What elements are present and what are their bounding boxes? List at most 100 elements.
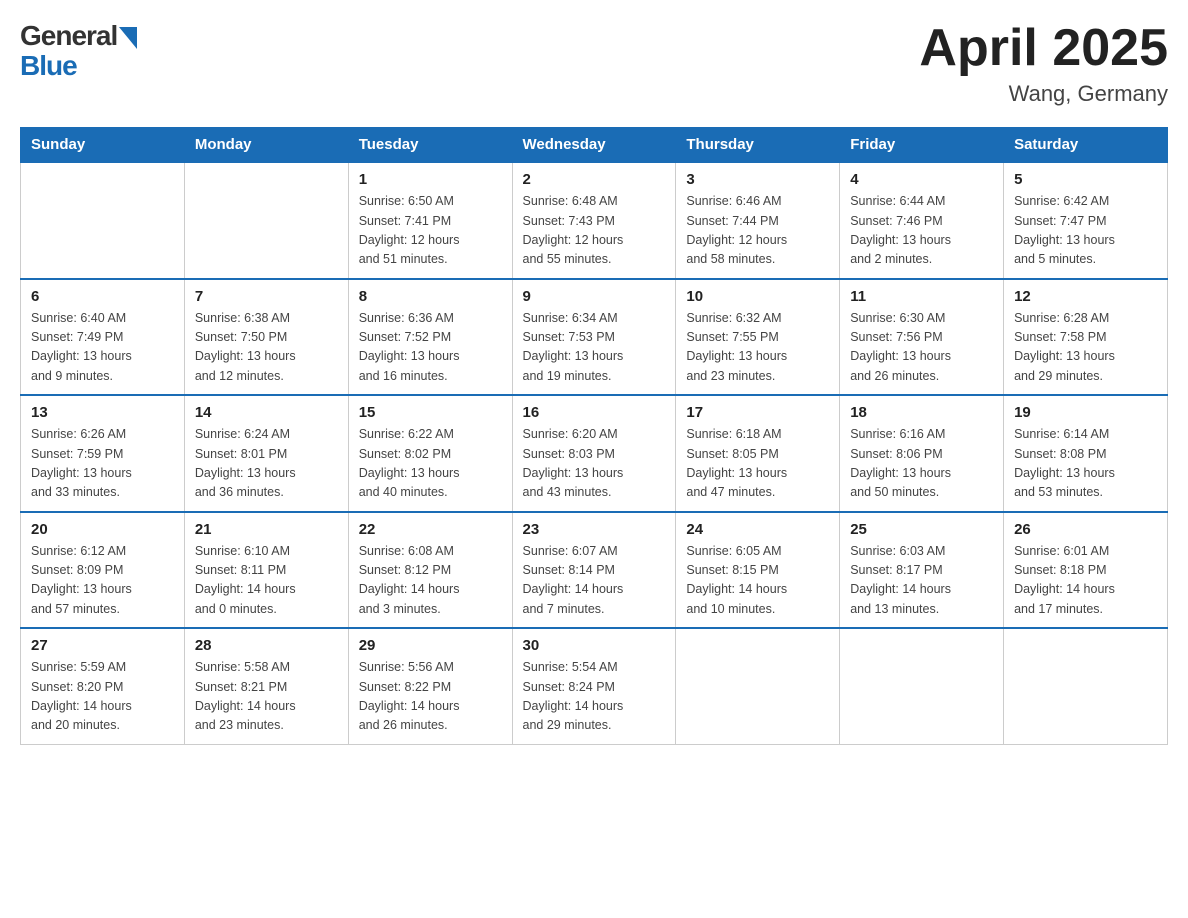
calendar-week-row: 1 Sunrise: 6:50 AM Sunset: 7:41 PM Daylig… bbox=[21, 162, 1168, 279]
calendar-day-30: 30 Sunrise: 5:54 AM Sunset: 8:24 PM Dayli… bbox=[512, 628, 676, 744]
day-info: Sunrise: 6:05 AM Sunset: 8:15 PM Dayligh… bbox=[686, 542, 829, 620]
day-number: 19 bbox=[1014, 404, 1157, 421]
day-number: 12 bbox=[1014, 288, 1157, 305]
day-info: Sunrise: 6:40 AM Sunset: 7:49 PM Dayligh… bbox=[31, 309, 174, 387]
calendar-empty-cell bbox=[676, 628, 840, 744]
day-number: 9 bbox=[523, 288, 666, 305]
calendar-day-21: 21Sunrise: 6:10 AM Sunset: 8:11 PM Dayli… bbox=[184, 512, 348, 629]
day-info: Sunrise: 6:48 AM Sunset: 7:43 PM Dayligh… bbox=[523, 192, 666, 270]
day-number: 17 bbox=[686, 404, 829, 421]
calendar-day-20: 20 Sunrise: 6:12 AM Sunset: 8:09 PM Dayli… bbox=[21, 512, 185, 629]
day-info: Sunrise: 6:32 AM Sunset: 7:55 PM Dayligh… bbox=[686, 309, 829, 387]
calendar-day-16: 16 Sunrise: 6:20 AM Sunset: 8:03 PM Dayli… bbox=[512, 395, 676, 512]
weekday-header-sunday: Sunday bbox=[21, 128, 185, 163]
calendar-day-8: 8 Sunrise: 6:36 AM Sunset: 7:52 PM Daylig… bbox=[348, 279, 512, 396]
calendar-day-7: 7 Sunrise: 6:38 AM Sunset: 7:50 PM Daylig… bbox=[184, 279, 348, 396]
day-number: 13 bbox=[31, 404, 174, 421]
day-info: Sunrise: 5:54 AM Sunset: 8:24 PM Dayligh… bbox=[523, 658, 666, 736]
day-info: Sunrise: 5:56 AM Sunset: 8:22 PM Dayligh… bbox=[359, 658, 502, 736]
calendar-day-29: 29 Sunrise: 5:56 AM Sunset: 8:22 PM Dayli… bbox=[348, 628, 512, 744]
weekday-header-row: SundayMondayTuesdayWednesdayThursdayFrid… bbox=[21, 128, 1168, 163]
calendar-body: 1 Sunrise: 6:50 AM Sunset: 7:41 PM Daylig… bbox=[21, 162, 1168, 744]
day-number: 18 bbox=[850, 404, 993, 421]
day-number: 30 bbox=[523, 637, 666, 654]
calendar-day-25: 25Sunrise: 6:03 AM Sunset: 8:17 PM Dayli… bbox=[840, 512, 1004, 629]
day-number: 15 bbox=[359, 404, 502, 421]
day-number: 26 bbox=[1014, 521, 1157, 538]
day-number: 4 bbox=[850, 171, 993, 188]
calendar-day-2: 2 Sunrise: 6:48 AM Sunset: 7:43 PM Daylig… bbox=[512, 162, 676, 279]
calendar-empty-cell bbox=[840, 628, 1004, 744]
weekday-header-thursday: Thursday bbox=[676, 128, 840, 163]
day-number: 2 bbox=[523, 171, 666, 188]
weekday-header-friday: Friday bbox=[840, 128, 1004, 163]
calendar-day-6: 6Sunrise: 6:40 AM Sunset: 7:49 PM Daylig… bbox=[21, 279, 185, 396]
title-block: April 2025 Wang, Germany bbox=[919, 20, 1168, 107]
weekday-header-saturday: Saturday bbox=[1004, 128, 1168, 163]
calendar-week-row: 27Sunrise: 5:59 AM Sunset: 8:20 PM Dayli… bbox=[21, 628, 1168, 744]
location-title: Wang, Germany bbox=[919, 81, 1168, 107]
day-info: Sunrise: 6:16 AM Sunset: 8:06 PM Dayligh… bbox=[850, 425, 993, 503]
weekday-header-wednesday: Wednesday bbox=[512, 128, 676, 163]
day-number: 21 bbox=[195, 521, 338, 538]
day-info: Sunrise: 6:42 AM Sunset: 7:47 PM Dayligh… bbox=[1014, 192, 1157, 270]
calendar-day-17: 17 Sunrise: 6:18 AM Sunset: 8:05 PM Dayli… bbox=[676, 395, 840, 512]
day-number: 14 bbox=[195, 404, 338, 421]
day-number: 11 bbox=[850, 288, 993, 305]
calendar-day-12: 12Sunrise: 6:28 AM Sunset: 7:58 PM Dayli… bbox=[1004, 279, 1168, 396]
day-info: Sunrise: 5:58 AM Sunset: 8:21 PM Dayligh… bbox=[195, 658, 338, 736]
calendar-week-row: 6Sunrise: 6:40 AM Sunset: 7:49 PM Daylig… bbox=[21, 279, 1168, 396]
logo-general-text: General bbox=[20, 20, 117, 52]
day-number: 29 bbox=[359, 637, 502, 654]
day-info: Sunrise: 6:24 AM Sunset: 8:01 PM Dayligh… bbox=[195, 425, 338, 503]
day-info: Sunrise: 6:44 AM Sunset: 7:46 PM Dayligh… bbox=[850, 192, 993, 270]
calendar-day-4: 4 Sunrise: 6:44 AM Sunset: 7:46 PM Daylig… bbox=[840, 162, 1004, 279]
day-info: Sunrise: 6:12 AM Sunset: 8:09 PM Dayligh… bbox=[31, 542, 174, 620]
logo: General Blue bbox=[20, 20, 137, 82]
logo-arrow-icon bbox=[119, 27, 137, 49]
day-info: Sunrise: 6:08 AM Sunset: 8:12 PM Dayligh… bbox=[359, 542, 502, 620]
calendar-week-row: 20 Sunrise: 6:12 AM Sunset: 8:09 PM Dayli… bbox=[21, 512, 1168, 629]
calendar-day-13: 13Sunrise: 6:26 AM Sunset: 7:59 PM Dayli… bbox=[21, 395, 185, 512]
day-number: 7 bbox=[195, 288, 338, 305]
day-info: Sunrise: 6:14 AM Sunset: 8:08 PM Dayligh… bbox=[1014, 425, 1157, 503]
day-info: Sunrise: 5:59 AM Sunset: 8:20 PM Dayligh… bbox=[31, 658, 174, 736]
calendar-day-10: 10 Sunrise: 6:32 AM Sunset: 7:55 PM Dayli… bbox=[676, 279, 840, 396]
day-number: 28 bbox=[195, 637, 338, 654]
day-info: Sunrise: 6:01 AM Sunset: 8:18 PM Dayligh… bbox=[1014, 542, 1157, 620]
day-info: Sunrise: 6:38 AM Sunset: 7:50 PM Dayligh… bbox=[195, 309, 338, 387]
day-number: 16 bbox=[523, 404, 666, 421]
calendar-day-27: 27Sunrise: 5:59 AM Sunset: 8:20 PM Dayli… bbox=[21, 628, 185, 744]
calendar-day-1: 1 Sunrise: 6:50 AM Sunset: 7:41 PM Daylig… bbox=[348, 162, 512, 279]
day-number: 1 bbox=[359, 171, 502, 188]
calendar-day-26: 26 Sunrise: 6:01 AM Sunset: 8:18 PM Dayli… bbox=[1004, 512, 1168, 629]
calendar-empty-cell bbox=[21, 162, 185, 279]
day-number: 25 bbox=[850, 521, 993, 538]
calendar-empty-cell bbox=[184, 162, 348, 279]
calendar-day-9: 9Sunrise: 6:34 AM Sunset: 7:53 PM Daylig… bbox=[512, 279, 676, 396]
calendar-week-row: 13Sunrise: 6:26 AM Sunset: 7:59 PM Dayli… bbox=[21, 395, 1168, 512]
calendar-day-5: 5 Sunrise: 6:42 AM Sunset: 7:47 PM Daylig… bbox=[1004, 162, 1168, 279]
weekday-header-monday: Monday bbox=[184, 128, 348, 163]
day-number: 10 bbox=[686, 288, 829, 305]
day-number: 3 bbox=[686, 171, 829, 188]
calendar-day-19: 19 Sunrise: 6:14 AM Sunset: 8:08 PM Dayli… bbox=[1004, 395, 1168, 512]
day-number: 24 bbox=[686, 521, 829, 538]
day-number: 8 bbox=[359, 288, 502, 305]
calendar-table: SundayMondayTuesdayWednesdayThursdayFrid… bbox=[20, 127, 1168, 745]
day-info: Sunrise: 6:18 AM Sunset: 8:05 PM Dayligh… bbox=[686, 425, 829, 503]
day-info: Sunrise: 6:36 AM Sunset: 7:52 PM Dayligh… bbox=[359, 309, 502, 387]
calendar-day-22: 22Sunrise: 6:08 AM Sunset: 8:12 PM Dayli… bbox=[348, 512, 512, 629]
day-info: Sunrise: 6:20 AM Sunset: 8:03 PM Dayligh… bbox=[523, 425, 666, 503]
logo-blue-text: Blue bbox=[20, 50, 77, 82]
month-title: April 2025 bbox=[919, 20, 1168, 77]
day-info: Sunrise: 6:30 AM Sunset: 7:56 PM Dayligh… bbox=[850, 309, 993, 387]
day-info: Sunrise: 6:46 AM Sunset: 7:44 PM Dayligh… bbox=[686, 192, 829, 270]
calendar-day-11: 11 Sunrise: 6:30 AM Sunset: 7:56 PM Dayli… bbox=[840, 279, 1004, 396]
day-info: Sunrise: 6:07 AM Sunset: 8:14 PM Dayligh… bbox=[523, 542, 666, 620]
calendar-day-23: 23Sunrise: 6:07 AM Sunset: 8:14 PM Dayli… bbox=[512, 512, 676, 629]
day-number: 5 bbox=[1014, 171, 1157, 188]
day-number: 20 bbox=[31, 521, 174, 538]
day-info: Sunrise: 6:50 AM Sunset: 7:41 PM Dayligh… bbox=[359, 192, 502, 270]
weekday-header-tuesday: Tuesday bbox=[348, 128, 512, 163]
